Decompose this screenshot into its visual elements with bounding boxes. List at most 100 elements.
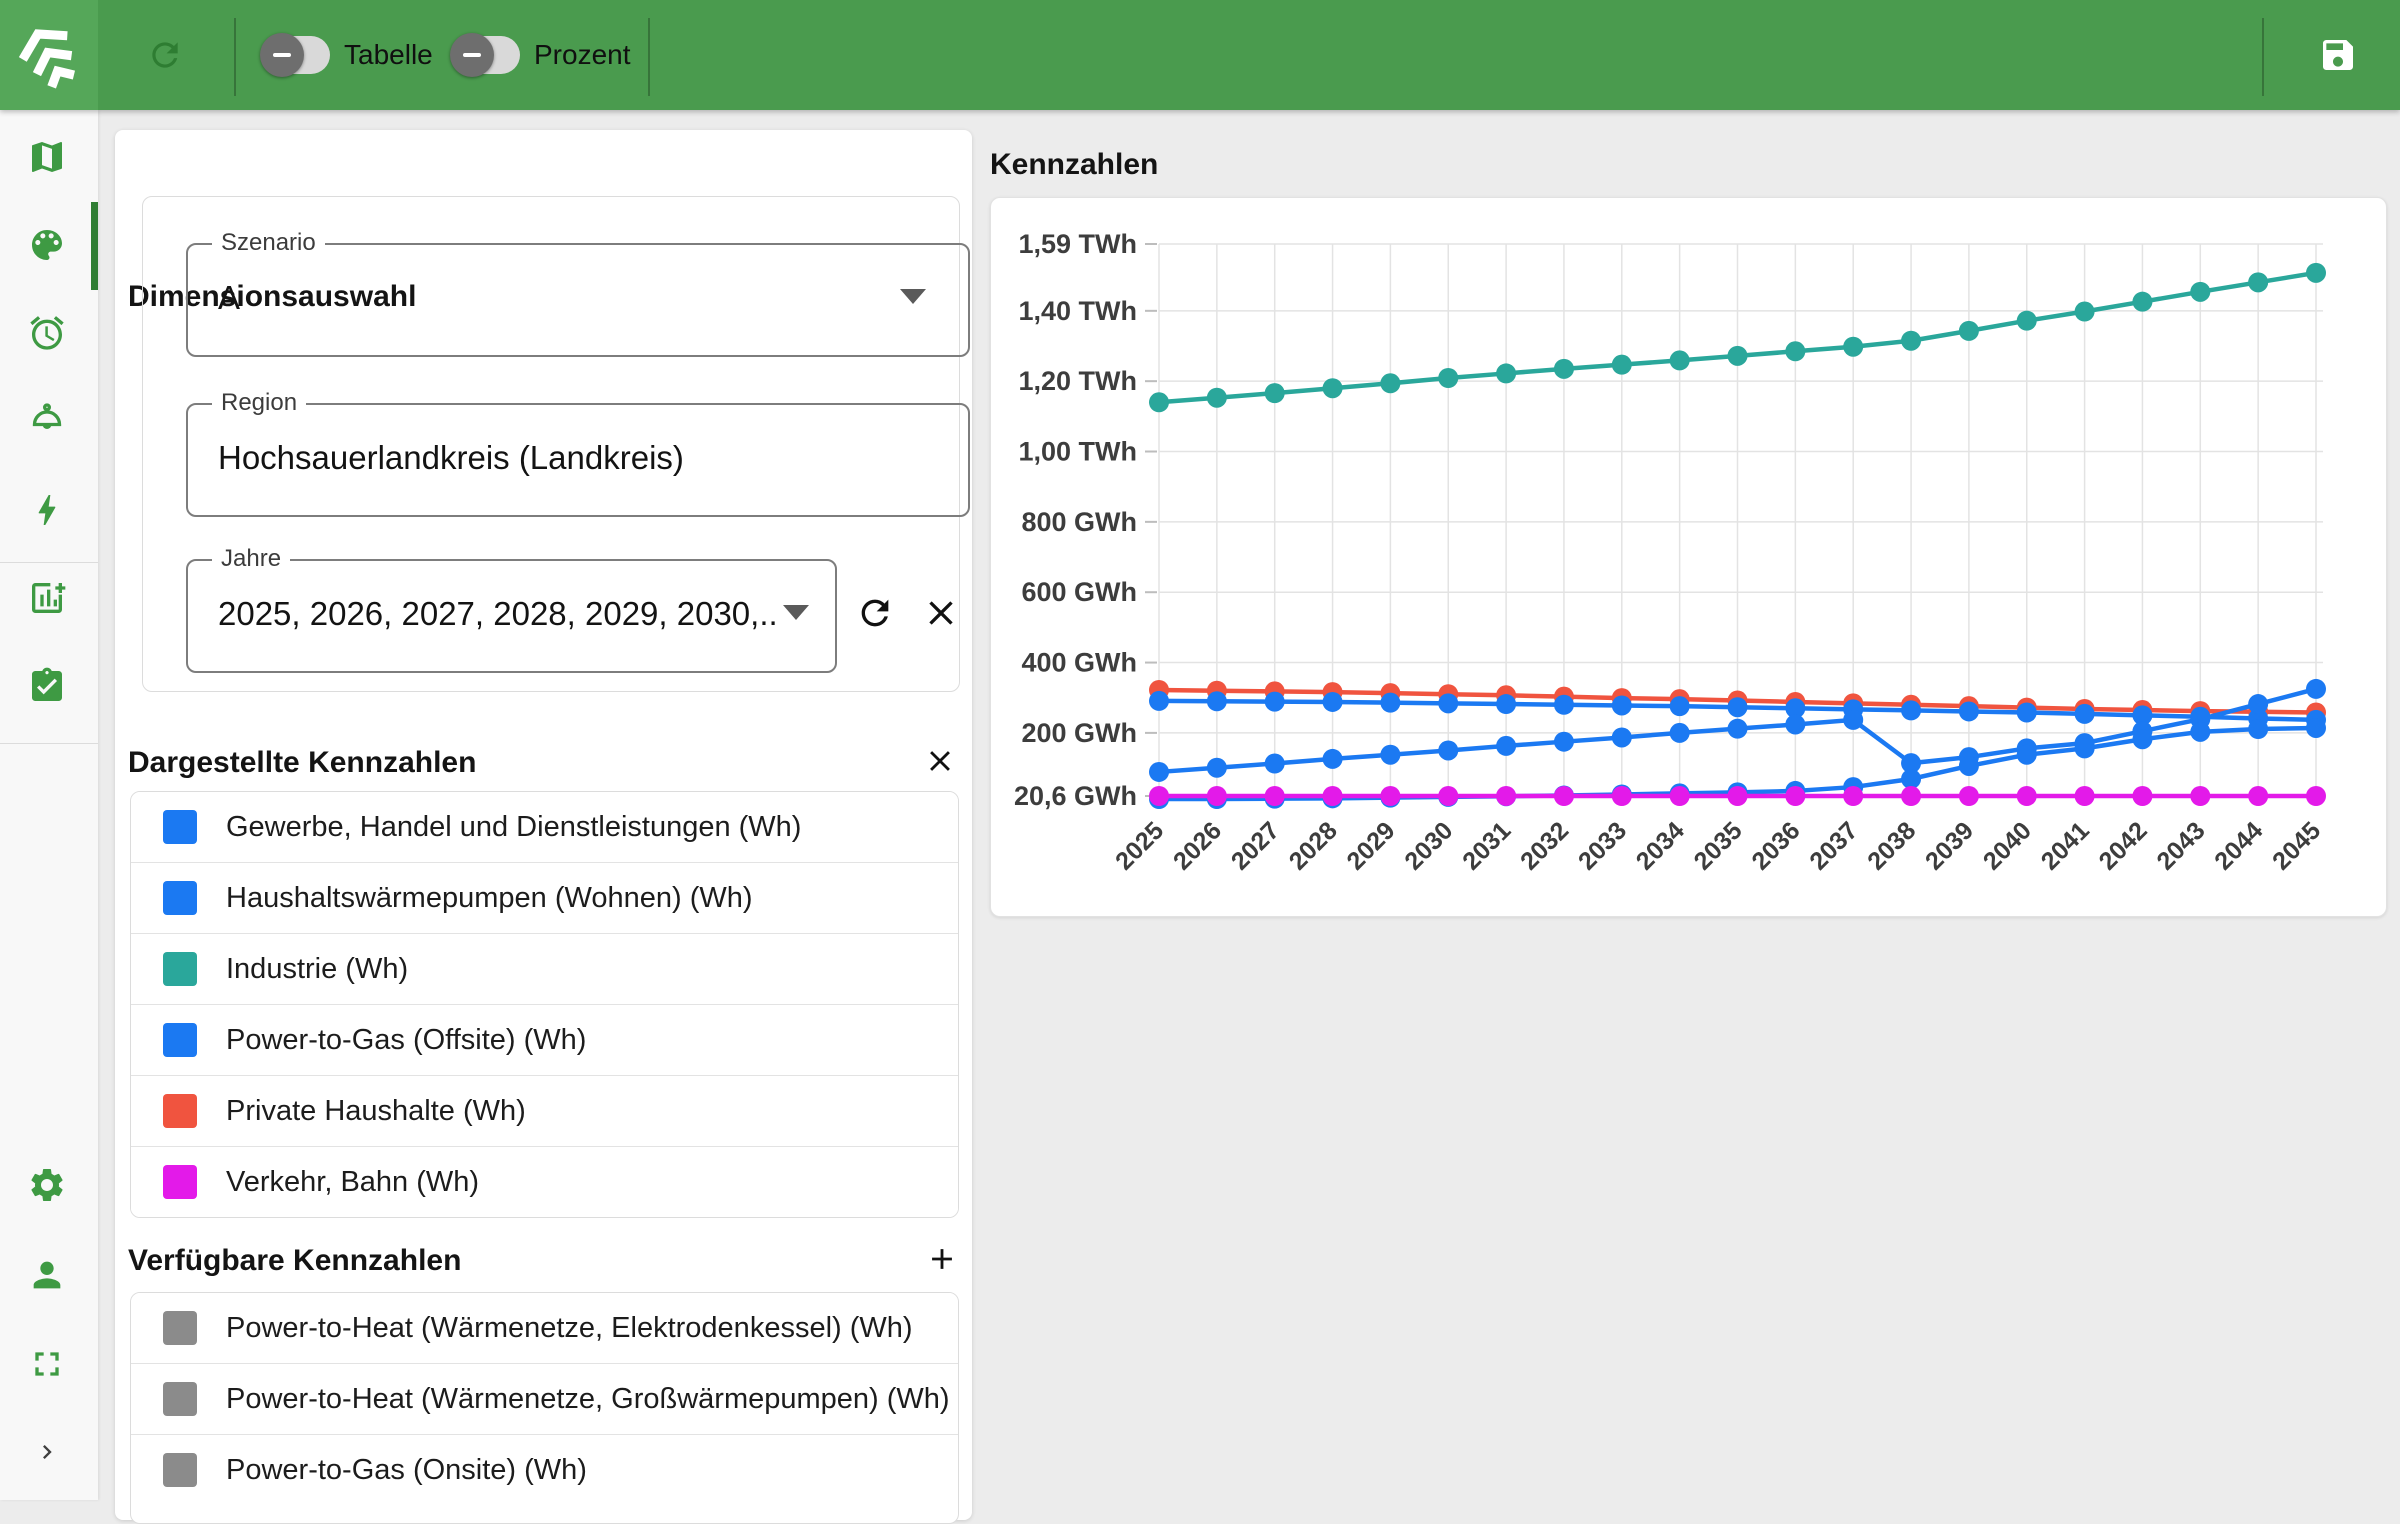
svg-text:2026: 2026 — [1168, 816, 1227, 875]
chevron-right-icon — [33, 1438, 61, 1466]
prozent-toggle-label: Prozent — [534, 39, 631, 71]
jahre-select[interactable]: Jahre 2025, 2026, 2027, 2028, 2029, 2030… — [186, 559, 837, 673]
svg-text:2037: 2037 — [1804, 816, 1863, 875]
svg-text:20,6 GWh: 20,6 GWh — [1014, 781, 1137, 811]
toolbar-divider — [2262, 18, 2264, 96]
prozent-toggle[interactable]: Prozent — [454, 36, 631, 74]
available-kennzahlen-list: Power-to-Heat (Wärmenetze, Elektrodenkes… — [130, 1292, 959, 1524]
series-color-swatch — [163, 881, 197, 915]
toggle-track — [264, 36, 330, 74]
kennzahl-row[interactable]: Verkehr, Bahn (Wh) — [131, 1147, 958, 1217]
svg-text:1,59 TWh: 1,59 TWh — [1018, 229, 1137, 259]
sidebar-item-lamp[interactable] — [27, 402, 67, 442]
line-chart[interactable]: 1,59 TWh1,40 TWh1,20 TWh1,00 TWh800 GWh6… — [991, 198, 2386, 916]
sidebar-divider — [0, 743, 98, 744]
alarm-clock-icon — [27, 313, 67, 353]
svg-text:2041: 2041 — [2036, 816, 2095, 875]
sidebar-item-fullscreen[interactable] — [27, 1344, 67, 1384]
region-value: Hochsauerlandkreis (Landkreis) — [218, 405, 684, 511]
jahre-clear-button[interactable] — [921, 593, 961, 633]
toggle-thumb — [260, 33, 304, 77]
svg-text:2039: 2039 — [1920, 816, 1979, 875]
close-icon — [923, 744, 957, 778]
refresh-icon — [146, 36, 184, 74]
active-nav-indicator — [91, 202, 98, 290]
add-kennzahl-button[interactable] — [925, 1242, 959, 1276]
sidebar-item-map[interactable] — [27, 137, 67, 177]
series-color-swatch — [163, 952, 197, 986]
close-icon — [921, 593, 961, 633]
szenario-value: A — [218, 245, 240, 351]
svg-text:2034: 2034 — [1631, 816, 1690, 875]
chart-title: Kennzahlen — [990, 148, 1158, 182]
kennzahl-label: Verkehr, Bahn (Wh) — [226, 1166, 479, 1199]
kennzahl-row[interactable]: Gewerbe, Handel und Dienstleistungen (Wh… — [131, 792, 958, 863]
szenario-select[interactable]: Szenario A — [186, 243, 970, 357]
svg-text:2027: 2027 — [1226, 816, 1285, 875]
series-color-swatch — [163, 1094, 197, 1128]
series-color-swatch — [163, 1382, 197, 1416]
series-color-swatch — [163, 1311, 197, 1345]
sidebar-item-tasks[interactable] — [27, 666, 67, 706]
svg-text:2035: 2035 — [1689, 816, 1748, 875]
fir-logo-icon — [14, 18, 84, 92]
sidebar-item-palette[interactable] — [27, 225, 67, 265]
svg-text:2029: 2029 — [1342, 816, 1401, 875]
kennzahl-row[interactable]: Power-to-Gas (Offsite) (Wh) — [131, 1005, 958, 1076]
svg-text:800 GWh: 800 GWh — [1021, 507, 1137, 537]
sidebar-item-settings[interactable] — [27, 1165, 67, 1205]
svg-text:2042: 2042 — [2094, 816, 2153, 875]
kennzahl-row[interactable]: Industrie (Wh) — [131, 934, 958, 1005]
svg-text:600 GWh: 600 GWh — [1021, 577, 1137, 607]
kennzahl-label: Gewerbe, Handel und Dienstleistungen (Wh… — [226, 811, 801, 844]
shown-kennzahlen-title: Dargestellte Kennzahlen — [128, 746, 476, 780]
kennzahl-row[interactable]: Power-to-Heat (Wärmenetze, Elektrodenkes… — [131, 1293, 958, 1364]
series-color-swatch — [163, 810, 197, 844]
person-icon — [27, 1255, 67, 1295]
kennzahl-row[interactable]: Haushaltswärmepumpen (Wohnen) (Wh) — [131, 863, 958, 934]
svg-text:1,20 TWh: 1,20 TWh — [1018, 366, 1137, 396]
sidebar-item-account[interactable] — [27, 1255, 67, 1295]
svg-text:2040: 2040 — [1978, 816, 2037, 875]
sidebar-divider — [0, 562, 98, 563]
kennzahl-label: Power-to-Heat (Wärmenetze, Elektrodenkes… — [226, 1312, 913, 1345]
refresh-icon — [855, 593, 895, 633]
kennzahl-row[interactable]: Private Haushalte (Wh) — [131, 1076, 958, 1147]
save-button[interactable] — [2318, 35, 2358, 75]
kennzahlen-chart-card: 1,59 TWh1,40 TWh1,20 TWh1,00 TWh800 GWh6… — [990, 197, 2387, 917]
tabelle-toggle-label: Tabelle — [344, 39, 433, 71]
jahre-value: 2025, 2026, 2027, 2028, 2029, 2030,... — [218, 561, 775, 667]
sidebar-item-alarm[interactable] — [27, 313, 67, 353]
jahre-refresh-button[interactable] — [855, 593, 895, 633]
toggle-track — [454, 36, 520, 74]
kennzahl-label: Power-to-Gas (Offsite) (Wh) — [226, 1024, 586, 1057]
dimension-selection-box: Szenario A Region Hochsauerlandkreis (La… — [142, 196, 960, 692]
kennzahl-label: Haushaltswärmepumpen (Wohnen) (Wh) — [226, 882, 753, 915]
toggle-thumb — [450, 33, 494, 77]
sidebar-item-add-chart[interactable] — [27, 578, 67, 618]
kennzahl-row[interactable]: Power-to-Gas (Onsite) (Wh) — [131, 1435, 958, 1505]
svg-text:2032: 2032 — [1515, 816, 1574, 875]
svg-text:2025: 2025 — [1110, 816, 1169, 875]
svg-text:2036: 2036 — [1746, 816, 1805, 875]
fullscreen-icon — [27, 1344, 67, 1384]
sidebar-item-energy[interactable] — [27, 490, 67, 530]
series-color-swatch — [163, 1453, 197, 1487]
series-color-swatch — [163, 1165, 197, 1199]
plus-icon — [925, 1242, 959, 1276]
pendant-lamp-icon — [27, 402, 67, 442]
kennzahl-label: Industrie (Wh) — [226, 953, 408, 986]
region-field[interactable]: Region Hochsauerlandkreis (Landkreis) — [186, 403, 970, 517]
kennzahl-row[interactable]: Power-to-Heat (Wärmenetze, Großwärmepump… — [131, 1364, 958, 1435]
kennzahl-label: Power-to-Heat (Wärmenetze, Großwärmepump… — [226, 1383, 950, 1416]
sidebar-collapse-button[interactable] — [33, 1438, 61, 1466]
minus-icon — [463, 53, 481, 57]
app-logo[interactable] — [0, 0, 98, 110]
svg-text:2043: 2043 — [2151, 816, 2210, 875]
refresh-button[interactable] — [146, 36, 184, 74]
svg-text:200 GWh: 200 GWh — [1021, 718, 1137, 748]
tabelle-toggle[interactable]: Tabelle — [264, 36, 433, 74]
toolbar-divider — [648, 18, 650, 96]
remove-all-kennzahlen-button[interactable] — [923, 744, 957, 778]
map-icon — [27, 137, 67, 177]
